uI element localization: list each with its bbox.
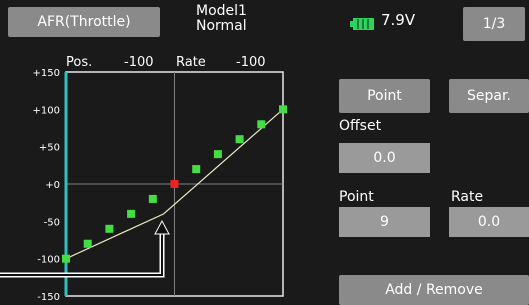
curve-point[interactable] <box>257 120 266 129</box>
rate-label: Rate <box>176 55 206 70</box>
pos-label: Pos. <box>66 55 92 70</box>
y-tick-label: -150 <box>37 292 60 303</box>
point-field-label: Point <box>339 189 374 205</box>
offset-value[interactable]: 0.0 <box>339 143 430 173</box>
pos-rate-value: -100 <box>124 55 154 70</box>
offset-label: Offset <box>339 118 382 134</box>
rate-value: -100 <box>236 55 266 70</box>
add-remove-button[interactable]: Add / Remove <box>339 275 529 305</box>
curve-point[interactable] <box>105 224 114 233</box>
model-name: Model1 <box>196 3 247 19</box>
curve-point[interactable] <box>148 194 157 203</box>
curve-point[interactable] <box>235 135 244 144</box>
page-indicator-button[interactable]: 1/3 <box>463 7 525 41</box>
y-tick-label: +150 <box>33 68 60 79</box>
battery-voltage: 7.9V <box>381 11 416 29</box>
y-tick-label: -100 <box>37 255 60 266</box>
curve-point[interactable] <box>213 150 222 159</box>
rate-field-label: Rate <box>451 189 484 205</box>
y-tick-label: -50 <box>44 217 60 228</box>
y-tick-label: +50 <box>39 143 60 154</box>
battery-icon <box>350 15 374 30</box>
selected-curve-point[interactable] <box>170 180 179 188</box>
curve-point[interactable] <box>83 239 92 248</box>
point-field-value[interactable]: 9 <box>339 207 430 237</box>
point-button[interactable]: Point <box>339 79 430 113</box>
curve-point[interactable] <box>127 209 136 218</box>
transmitter-screen: AFR(Throttle) Model1 Normal 7.9V 1/3 +15… <box>0 0 529 305</box>
curve-graph[interactable]: +150+100+50+0-50-100-150 Pos. -100 Rate … <box>0 50 295 305</box>
curve-point[interactable] <box>279 105 287 114</box>
curve-point[interactable] <box>192 165 201 174</box>
function-name-button[interactable]: AFR(Throttle) <box>8 7 160 37</box>
condition-name: Normal <box>196 18 247 34</box>
rate-field-value[interactable]: 0.0 <box>449 207 529 237</box>
y-tick-label: +0 <box>45 180 60 191</box>
y-tick-label: +100 <box>33 105 60 116</box>
separ-button[interactable]: Separ. <box>449 79 529 113</box>
curve-point[interactable] <box>62 254 70 263</box>
